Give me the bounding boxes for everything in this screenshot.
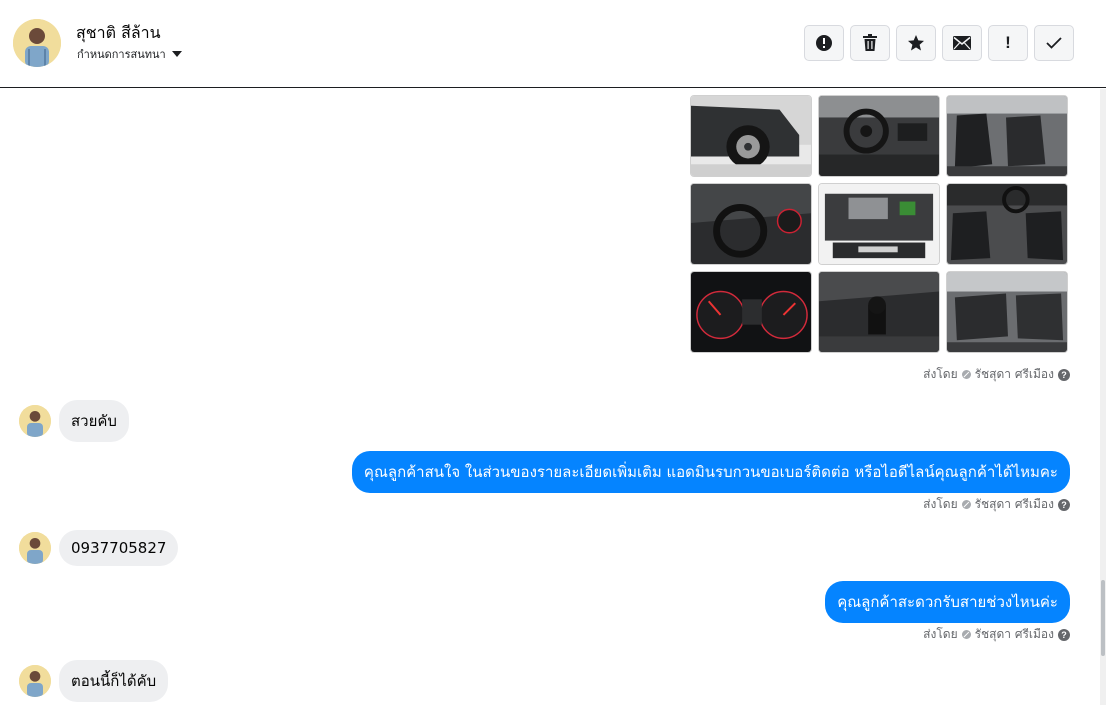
envelope-icon: [953, 36, 971, 50]
incoming-message-row: สวยคับ: [19, 400, 129, 442]
sender-avatar[interactable]: [19, 532, 51, 564]
sent-by-label: ส่งโดย: [923, 497, 958, 511]
conversation-header: สุชาติ สีล้าน กำหนดการสนทนา !: [0, 0, 1106, 88]
message-thread[interactable]: ส่งโดย รัชสุดา ศรีเมือง ? สวยคับ คุณลูกค…: [0, 89, 1106, 705]
agent-name[interactable]: รัชสุดา ศรีเมือง: [975, 365, 1054, 384]
delete-button[interactable]: [850, 25, 890, 61]
outgoing-message-bubble[interactable]: คุณลูกค้าสะดวกรับสายช่วงไหนค่ะ: [825, 581, 1070, 623]
photo-car-front-wheel[interactable]: [690, 95, 812, 177]
photo-front-seats[interactable]: [946, 95, 1068, 177]
assign-conversation-dropdown[interactable]: กำหนดการสนทนา: [77, 45, 182, 63]
exclamation-circle-icon: [816, 35, 832, 51]
sent-by-meta: ส่งโดย รัชสุดา ศรีเมือง ?: [923, 625, 1070, 644]
sent-by-meta: ส่งโดย รัชสุดา ศรีเมือง ?: [923, 365, 1070, 384]
agent-status-icon: [961, 500, 971, 509]
agent-name[interactable]: รัชสุดา ศรีเมือง: [975, 625, 1054, 644]
outgoing-message-bubble[interactable]: คุณลูกค้าสนใจ ในส่วนของรายละเอียดเพิ่มเต…: [351, 451, 1070, 493]
incoming-message-row: 0937705827: [19, 530, 179, 566]
photo-gauge-cluster[interactable]: [690, 183, 812, 265]
spam-button[interactable]: [804, 25, 844, 61]
help-icon[interactable]: ?: [1058, 498, 1070, 511]
mark-unread-button[interactable]: [942, 25, 982, 61]
contact-name: สุชาติ สีล้าน: [76, 23, 161, 42]
thread-scrollbar-thumb[interactable]: [1101, 580, 1105, 656]
agent-status-icon: [961, 630, 971, 639]
incoming-message-bubble[interactable]: ตอนนี้ก็ได้คับ: [59, 660, 169, 702]
star-icon: [908, 35, 924, 51]
sent-by-meta: ส่งโดย รัชสุดา ศรีเมือง ?: [923, 495, 1070, 514]
incoming-message-row: ตอนนี้ก็ได้คับ: [19, 660, 169, 702]
agent-name[interactable]: รัชสุดา ศรีเมือง: [975, 495, 1054, 514]
sent-by-label: ส่งโดย: [923, 367, 958, 381]
mark-important-button[interactable]: !: [988, 25, 1028, 61]
agent-status-icon: [961, 370, 971, 379]
photo-speedometer[interactable]: [690, 271, 812, 353]
mark-done-button[interactable]: [1034, 25, 1074, 61]
exclamation-icon: !: [1005, 33, 1011, 52]
photo-steering-wheel[interactable]: [818, 95, 940, 177]
assign-label: กำหนดการสนทนา: [77, 48, 166, 61]
photo-gear-shifter[interactable]: [818, 271, 940, 353]
star-button[interactable]: [896, 25, 936, 61]
photo-attachment-grid: [690, 95, 1068, 353]
help-icon[interactable]: ?: [1058, 628, 1070, 641]
help-icon[interactable]: ?: [1058, 368, 1070, 381]
caret-down-icon: [171, 51, 182, 57]
contact-avatar[interactable]: [13, 19, 61, 67]
photo-engine-bay[interactable]: [818, 183, 940, 265]
incoming-message-bubble[interactable]: 0937705827: [59, 530, 179, 566]
sender-avatar[interactable]: [19, 665, 51, 697]
trash-icon: [863, 34, 877, 51]
sender-avatar[interactable]: [19, 405, 51, 437]
photo-cabin-interior[interactable]: [946, 183, 1068, 265]
incoming-message-bubble[interactable]: สวยคับ: [59, 400, 129, 442]
sent-by-label: ส่งโดย: [923, 627, 958, 641]
photo-rear-seats[interactable]: [946, 271, 1068, 353]
check-icon: [1046, 37, 1062, 49]
conversation-toolbar: !: [804, 25, 1074, 61]
